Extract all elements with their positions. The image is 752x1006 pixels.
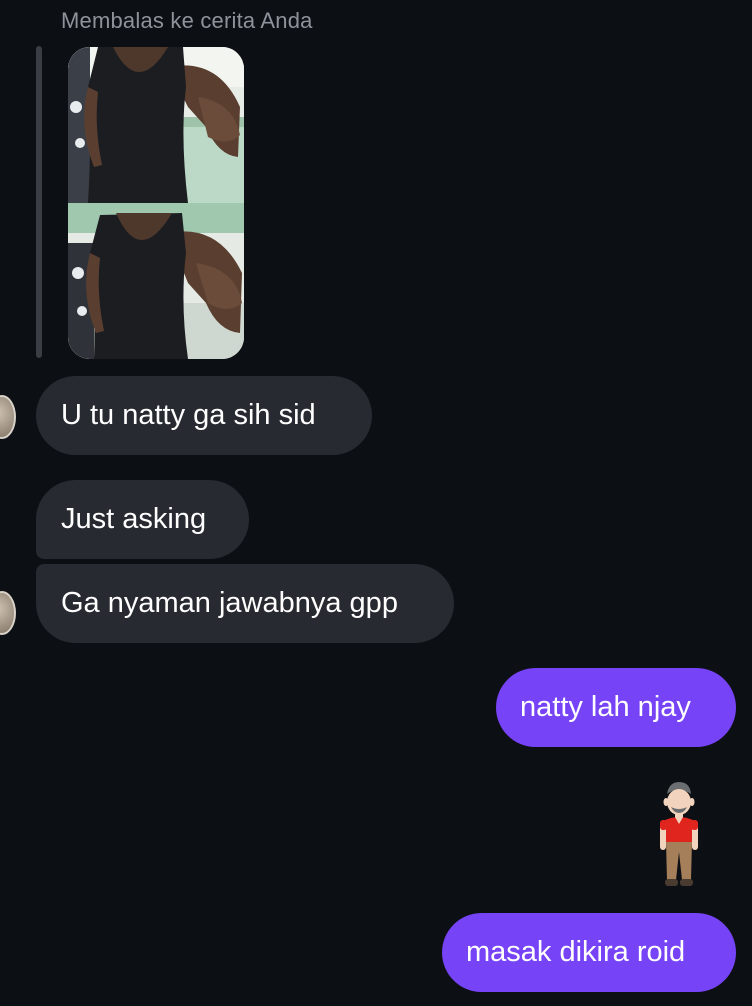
reply-context-label: Membalas ke cerita Anda	[61, 8, 313, 33]
story-reply-thumbnail[interactable]	[68, 47, 244, 359]
message-bubble-outgoing[interactable]: masak dikira roid	[442, 913, 736, 992]
sender-avatar[interactable]	[0, 395, 16, 439]
reply-quote-bar	[36, 46, 42, 358]
message-bubble-outgoing[interactable]: natty lah njay	[496, 668, 736, 747]
chat-thread: Membalas ke cerita Anda U tu natty ga si…	[0, 0, 752, 1006]
story-frame-bottom	[68, 203, 244, 359]
message-bubble-incoming[interactable]: U tu natty ga sih sid	[36, 376, 372, 455]
message-bubble-incoming[interactable]: Ga nyaman jawabnya gpp	[36, 564, 454, 643]
man-standing-emoji[interactable]	[657, 780, 701, 890]
sender-avatar[interactable]	[0, 591, 16, 635]
story-frame-top	[68, 47, 244, 203]
message-bubble-incoming[interactable]: Just asking	[36, 480, 249, 559]
